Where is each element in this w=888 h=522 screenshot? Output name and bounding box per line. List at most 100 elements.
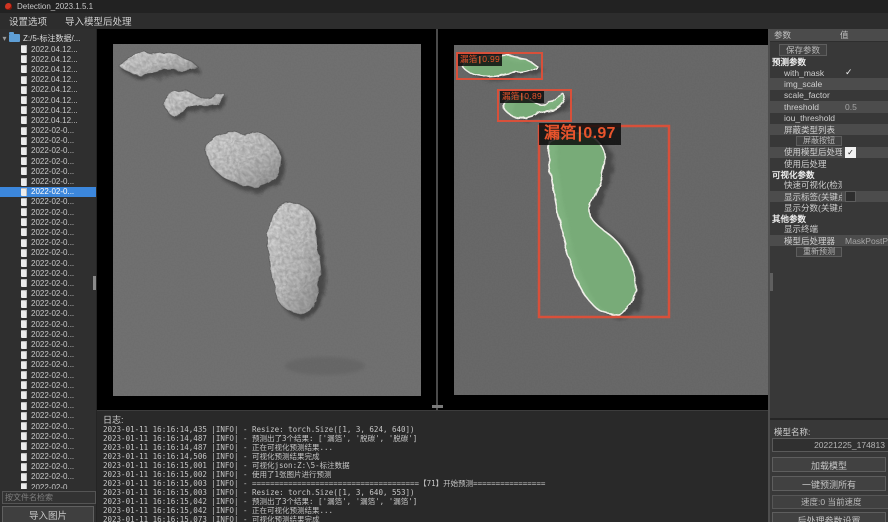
menu-settings[interactable]: 设置选项: [0, 14, 56, 28]
log-line: 2023-01-11 16:16:15,001 |INFO| - 可视化json…: [103, 461, 768, 470]
tree-item-label: 2022.04.12...: [31, 116, 78, 125]
param-row[interactable]: 显示终端: [770, 224, 888, 235]
load-model-button[interactable]: 加载模型: [772, 457, 886, 472]
tree-item[interactable]: 2022-02-0...: [0, 411, 96, 421]
tree-item-label: 2022-02-0...: [31, 472, 74, 481]
window-title: Detection_2023.1.5.1: [17, 2, 93, 11]
param-row[interactable]: img_scale: [770, 78, 888, 89]
param-row[interactable]: scale_factor: [770, 90, 888, 101]
tree-item[interactable]: 2022-02-0...: [0, 258, 96, 268]
save-params-button[interactable]: 保存参数: [779, 44, 827, 56]
model-name-field[interactable]: 20221225_174813: [772, 438, 888, 452]
tree-item[interactable]: 2022-02-0...: [0, 217, 96, 227]
tree-item[interactable]: 2022-02-0...: [0, 421, 96, 431]
tree-item[interactable]: 2022-02-0...: [0, 370, 96, 380]
panel-splitter[interactable]: [436, 29, 438, 410]
file-icon: [21, 178, 27, 186]
prediction-image-panel: 漏箔|0.99 漏箔|0.89 漏箔|0.97: [454, 45, 768, 395]
log-lines[interactable]: 2023-01-11 16:16:14,435 |INFO| - Resize:…: [103, 425, 768, 522]
param-action-button[interactable]: 重新预测: [796, 247, 842, 257]
detection-label: 漏箔|0.97: [539, 123, 621, 145]
file-icon: [21, 381, 27, 389]
tree-item[interactable]: 2022-02-0...: [0, 401, 96, 411]
tree-item[interactable]: 2022-02-0...: [0, 268, 96, 278]
tree-item[interactable]: 2022-02-0...: [0, 207, 96, 217]
tree-item[interactable]: 2022-02-0...: [0, 431, 96, 441]
tree-item-label: 2022-02-0...: [31, 136, 74, 145]
tree-item[interactable]: 2022-02-0...: [0, 309, 96, 319]
param-value: 0.5: [842, 102, 888, 112]
tree-item-label: 2022-02-0...: [31, 340, 74, 349]
tree-item[interactable]: 2022-02-0...: [0, 289, 96, 299]
file-icon: [21, 167, 27, 175]
tree-item[interactable]: 2022-02-0...: [0, 390, 96, 400]
param-row[interactable]: threshold0.5: [770, 101, 888, 112]
tree-item[interactable]: 2022.04.12...: [0, 64, 96, 74]
tree-item[interactable]: 2022.04.12...: [0, 95, 96, 105]
tree-item[interactable]: 2022-02-0...: [0, 452, 96, 462]
tree-item[interactable]: 2022-02-0...: [0, 299, 96, 309]
tree-item[interactable]: 2022-02-0...: [0, 319, 96, 329]
sidebar-scrollbar-thumb[interactable]: [93, 276, 96, 290]
tree-item[interactable]: 2022-02-0...: [0, 187, 96, 197]
tree-item[interactable]: 2022-02-0...: [0, 482, 96, 489]
param-row[interactable]: with_mask✓: [770, 67, 888, 78]
param-row[interactable]: iou_threshold: [770, 113, 888, 124]
tree-item[interactable]: 2022-02-0...: [0, 136, 96, 146]
log-line: 2023-01-11 16:16:14,435 |INFO| - Resize:…: [103, 425, 768, 434]
tree-item[interactable]: 2022.04.12...: [0, 75, 96, 85]
tree-item[interactable]: 2022.04.12...: [0, 105, 96, 115]
param-row[interactable]: 显示标签(关键点): [770, 191, 888, 202]
file-icon: [21, 157, 27, 165]
tree-item[interactable]: 2022-02-0...: [0, 227, 96, 237]
tree-item[interactable]: 2022-02-0...: [0, 126, 96, 136]
params-scrollbar-thumb[interactable]: [770, 273, 773, 291]
tree-item[interactable]: 2022-02-0...: [0, 248, 96, 258]
param-button-row[interactable]: 重新预测: [770, 246, 888, 257]
tree-item[interactable]: 2022-02-0...: [0, 350, 96, 360]
param-row[interactable]: 显示分数(关键点): [770, 202, 888, 213]
tree-item-label: 2022-02-0...: [31, 483, 74, 489]
file-icon: [21, 249, 27, 257]
tree-item[interactable]: 2022-02-0...: [0, 197, 96, 207]
splitter-handle[interactable]: [432, 405, 443, 408]
tree-root-folder[interactable]: ▾ Z:/5-标注数据/...: [0, 32, 96, 44]
param-row[interactable]: 快速可视化(检测): [770, 180, 888, 191]
param-action-button[interactable]: 屏蔽按钮: [796, 136, 842, 146]
caret-down-icon[interactable]: ▾: [0, 34, 9, 43]
tree-item[interactable]: 2022-02-0...: [0, 441, 96, 451]
param-button-row[interactable]: 屏蔽按钮: [770, 135, 888, 146]
tree-item-label: 2022-02-0...: [31, 218, 74, 227]
checkbox-icon[interactable]: [845, 191, 856, 202]
app-window: Detection_2023.1.5.1 设置选项 导入模型后处理 ▾ Z:/5…: [0, 0, 888, 522]
menu-import-model-postprocess[interactable]: 导入模型后处理: [56, 14, 141, 28]
file-tree: ▾ Z:/5-标注数据/... 2022.04.12...2022.04.12.…: [0, 29, 96, 489]
tree-item[interactable]: 2022-02-0...: [0, 278, 96, 288]
tree-item[interactable]: 2022-02-0...: [0, 176, 96, 186]
postprocess-settings-button[interactable]: 后处理参数设置: [772, 512, 886, 522]
checkbox-checked-icon[interactable]: ✓: [845, 147, 856, 158]
tree-item-label: 2022-02-0...: [31, 187, 74, 196]
predict-all-button[interactable]: 一键预测所有: [772, 476, 886, 491]
param-row[interactable]: 模型后处理器MaskPostPro: [770, 235, 888, 246]
tree-item[interactable]: 2022-02-0...: [0, 156, 96, 166]
tree-item[interactable]: 2022-02-0...: [0, 472, 96, 482]
param-row[interactable]: 使用模型后处理✓: [770, 147, 888, 158]
tree-item[interactable]: 2022-02-0...: [0, 238, 96, 248]
tree-item-label: 2022-02-0...: [31, 350, 74, 359]
param-row[interactable]: 使用后处理: [770, 158, 888, 169]
tree-item[interactable]: 2022.04.12...: [0, 54, 96, 64]
search-input[interactable]: [2, 491, 96, 504]
tree-item[interactable]: 2022-02-0...: [0, 462, 96, 472]
tree-item[interactable]: 2022-02-0...: [0, 166, 96, 176]
tree-item[interactable]: 2022-02-0...: [0, 329, 96, 339]
tree-item[interactable]: 2022.04.12...: [0, 44, 96, 54]
tree-item[interactable]: 2022-02-0...: [0, 146, 96, 156]
tree-item[interactable]: 2022-02-0...: [0, 380, 96, 390]
param-row[interactable]: 屏蔽类型列表: [770, 124, 888, 135]
tree-item[interactable]: 2022.04.12...: [0, 85, 96, 95]
tree-item[interactable]: 2022-02-0...: [0, 339, 96, 349]
tree-item[interactable]: 2022.04.12...: [0, 115, 96, 125]
tree-item[interactable]: 2022-02-0...: [0, 360, 96, 370]
import-images-button[interactable]: 导入图片: [2, 506, 94, 522]
